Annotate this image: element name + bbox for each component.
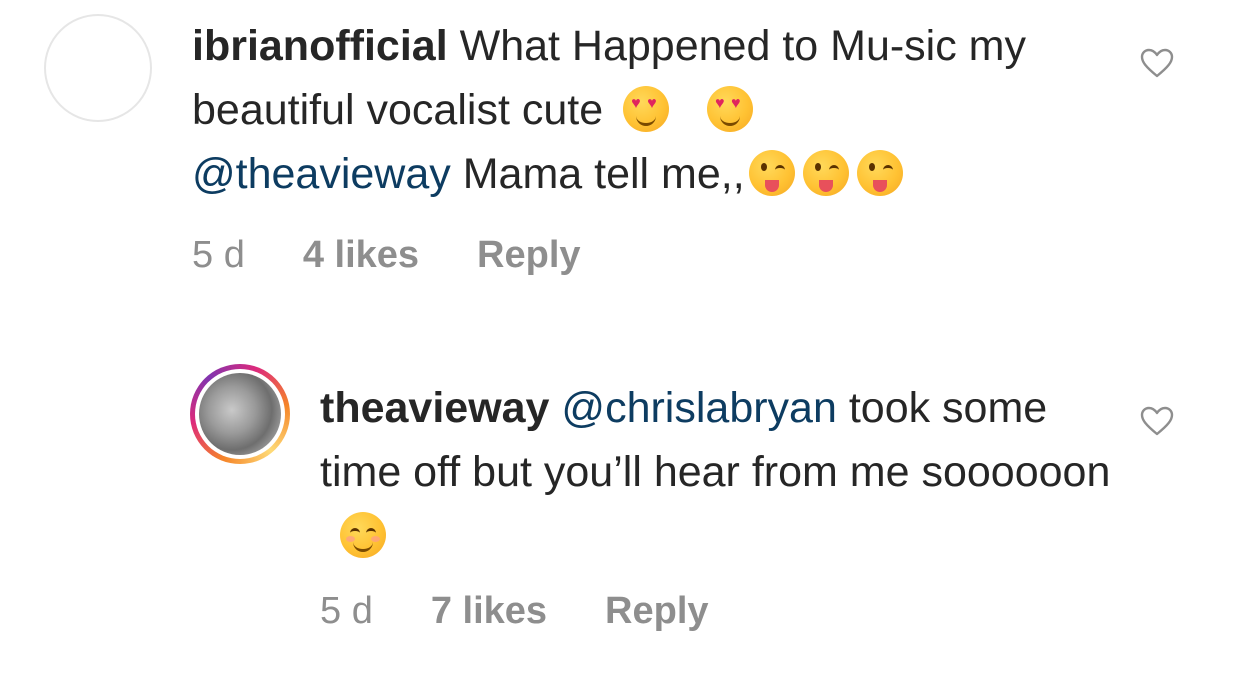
reply-button[interactable]: Reply [477,234,580,277]
mention-link[interactable]: @chrislabryan [561,384,836,432]
comment-body-2: Mama tell me,, [450,150,745,198]
comment-text: ibrianofficial What Happened to Mu-sic m… [192,14,1082,206]
comment-age: 5 d [192,234,245,276]
winking-tongue-emoji [748,150,795,196]
likes-count[interactable]: 7 likes [431,590,547,633]
comment-meta: 5 d 4 likes Reply [192,234,581,277]
comment-ibrianofficial: ibrianofficial What Happened to Mu-sic m… [0,0,1242,300]
winking-tongue-emoji [802,150,849,196]
comment-theavieway: theavieway @chrislabryan took some time … [0,340,1242,670]
comment-username[interactable]: theavieway [320,384,549,432]
comment-text: theavieway @chrislabryan took some time … [320,376,1120,568]
comment-username[interactable]: ibrianofficial [192,22,448,70]
avatar[interactable] [190,364,290,464]
reply-button[interactable]: Reply [605,590,708,633]
heart-eyes-emoji: ♥ ♥ [707,86,754,132]
heart-outline-icon[interactable] [1140,406,1174,436]
comment-meta: 5 d 7 likes Reply [320,590,709,633]
comment-age: 5 d [320,590,373,632]
heart-outline-icon[interactable] [1140,48,1174,78]
winking-tongue-emoji [856,150,903,196]
avatar[interactable] [44,14,152,122]
mention-link[interactable]: @theavieway [192,150,451,198]
likes-count[interactable]: 4 likes [303,234,419,277]
heart-eyes-emoji: ♥ ♥ [623,86,670,132]
avatar-photo [199,373,281,455]
smiling-eyes-emoji [340,512,386,558]
